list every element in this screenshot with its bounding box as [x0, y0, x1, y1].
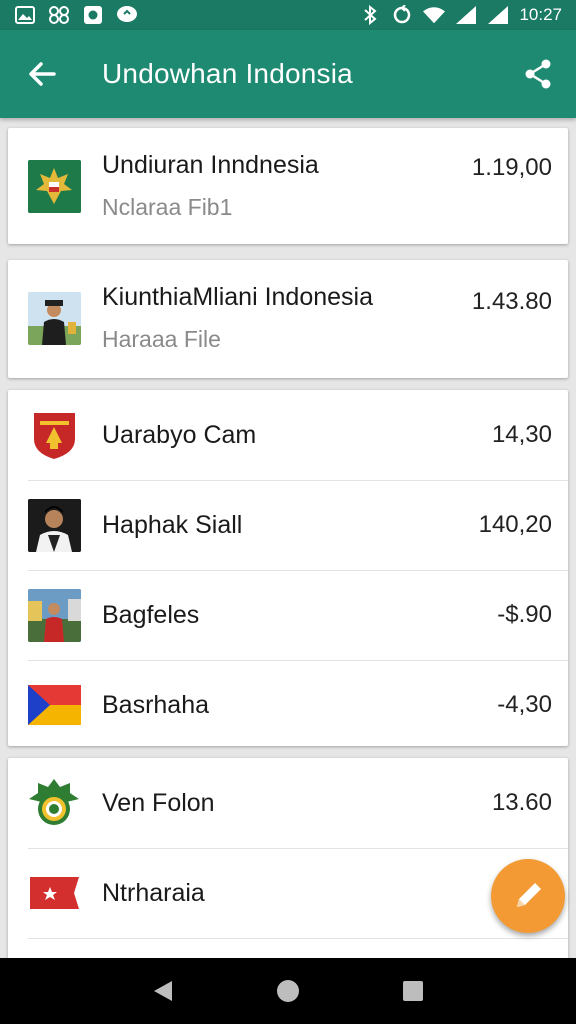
list-item-texts: Undiuran Inndnesia Nclaraa Fib1	[102, 151, 319, 221]
edit-fab[interactable]	[491, 859, 565, 933]
status-bar: 10:27	[0, 0, 576, 30]
list-item[interactable]	[8, 938, 568, 958]
list-item[interactable]: KiunthiaMliani Indonesia Haraaa File 1.4…	[8, 260, 568, 376]
card: Uarabyo Cam 14,30 Haphak Siall 140,20 Ba…	[8, 390, 568, 746]
sync-icon	[391, 5, 413, 25]
image-icon	[14, 5, 36, 25]
list-item-title: Uarabyo Cam	[102, 420, 257, 449]
list-item-title: Ven Folon	[102, 788, 215, 817]
red-flag-icon	[28, 867, 81, 920]
list-item-title: KiunthiaMliani Indonesia	[102, 283, 374, 311]
list-item-texts: Bagfeles	[102, 601, 199, 630]
list-item-texts: Ntrharaia	[102, 879, 205, 908]
chat-icon	[116, 5, 138, 25]
card: Ven Folon 13.60 Ntrharaia	[8, 758, 568, 958]
list-item[interactable]: Basrhaha -4,30	[8, 660, 568, 750]
list-item-texts: Ven Folon	[102, 789, 215, 818]
app-bar: Undowhan Indonsia	[0, 30, 576, 118]
system-icons: 10:27	[359, 5, 562, 25]
signal-icon	[487, 5, 509, 25]
back-button[interactable]	[12, 44, 72, 104]
list-item-value: -$.90	[497, 601, 552, 628]
list-item-value: 13.60	[491, 789, 552, 816]
card: KiunthiaMliani Indonesia Haraaa File 1.4…	[8, 260, 568, 378]
nav-home-button[interactable]	[268, 971, 308, 1011]
arrow-left-icon	[29, 62, 56, 86]
bluetooth-icon	[359, 5, 381, 25]
share-icon	[525, 59, 551, 89]
page-title: Undowhan Indonsia	[102, 58, 353, 89]
notification-icons	[14, 5, 138, 25]
list-item-texts: KiunthiaMliani Indonesia Haraaa File	[102, 283, 373, 353]
list-item[interactable]: Haphak Siall 140,20	[8, 480, 568, 570]
street-photo-icon	[28, 588, 81, 642]
list-item-value: 140,20	[478, 511, 552, 538]
home-circle-icon	[276, 980, 299, 1002]
list-item-thumb-partial	[28, 948, 81, 958]
list-item-value: 1.19,00	[471, 154, 552, 181]
grid-icon	[48, 5, 70, 25]
list-item-value: 1.43.80	[471, 288, 552, 315]
list-item-texts: Haphak Siall	[102, 511, 242, 540]
green-emblem-icon	[28, 777, 81, 830]
list-item-title: Ntrharaia	[102, 878, 205, 907]
red-crest-icon	[28, 409, 81, 462]
list-item-title: Basrhaha	[102, 690, 210, 719]
list-item-title: Haphak Siall	[102, 510, 243, 539]
list-item[interactable]: Undiuran Inndnesia Nclaraa Fib1 1.19,00	[8, 128, 568, 244]
nav-recents-button[interactable]	[393, 971, 433, 1011]
file-list: Undiuran Inndnesia Nclaraa Fib1 1.19,00 …	[0, 118, 576, 958]
list-item[interactable]: Ven Folon 13.60	[8, 758, 568, 848]
list-item-subtitle: Nclaraa Fib1	[102, 194, 233, 220]
list-item-title: Undiuran Inndnesia	[102, 151, 319, 179]
portrait-photo-icon	[28, 498, 81, 552]
card: Undiuran Inndnesia Nclaraa Fib1 1.19,00	[8, 128, 568, 244]
nav-back-button[interactable]	[143, 971, 183, 1011]
list-item-title: Bagfeles	[102, 600, 200, 629]
list-item[interactable]: Uarabyo Cam 14,30	[8, 390, 568, 480]
list-item-texts: Basrhaha	[102, 691, 209, 720]
emblem-icon	[28, 159, 81, 213]
navigation-bar	[0, 958, 576, 1024]
signal-icon	[455, 5, 477, 25]
list-item-value: 14,30	[491, 421, 552, 448]
list-item-value: -4,30	[497, 691, 552, 718]
wifi-icon	[423, 5, 446, 25]
list-item[interactable]: Bagfeles -$.90	[8, 570, 568, 660]
clock: 10:27	[519, 5, 562, 24]
back-triangle-icon	[153, 981, 172, 1001]
recents-square-icon	[403, 981, 424, 1001]
camera-icon	[82, 5, 104, 25]
person-photo-icon	[28, 291, 81, 345]
list-item-subtitle: Haraaa File	[102, 326, 221, 352]
pencil-icon	[517, 883, 541, 907]
share-button[interactable]	[514, 50, 562, 98]
list-item[interactable]: Ntrharaia	[8, 848, 568, 938]
flag-icon	[28, 679, 81, 732]
list-item-texts: Uarabyo Cam	[102, 421, 256, 450]
